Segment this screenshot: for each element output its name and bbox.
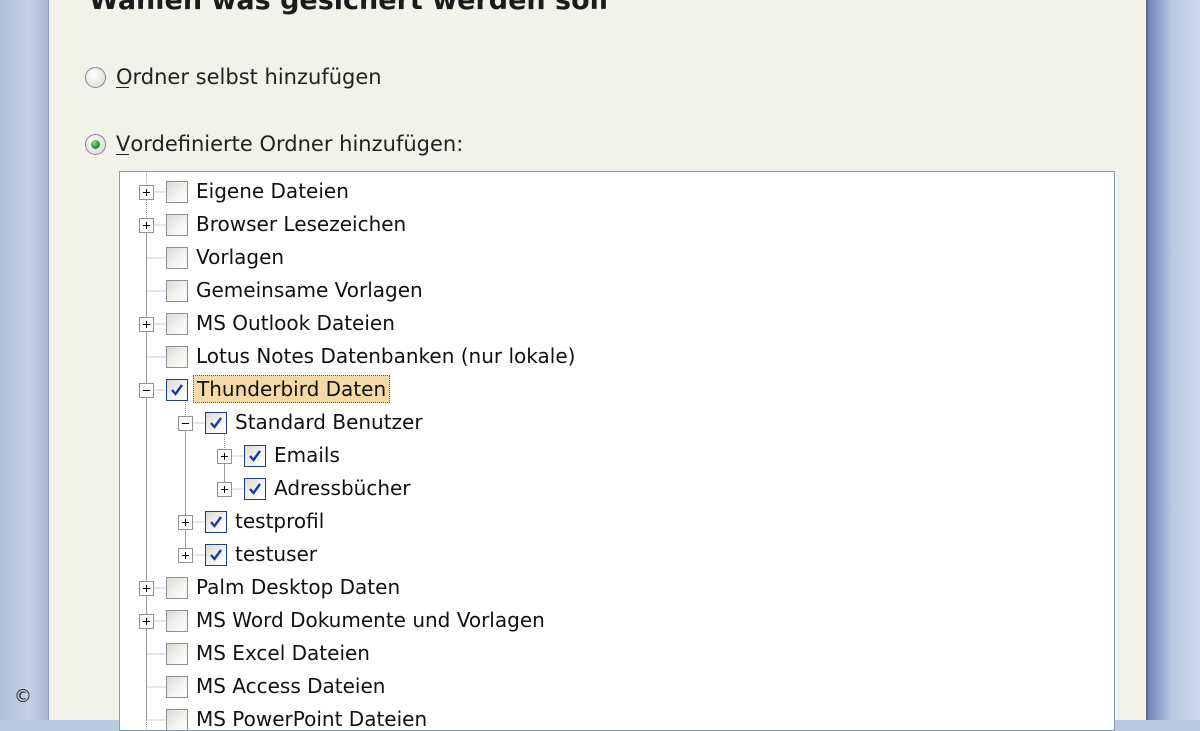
checkmark-icon [249, 482, 261, 495]
checkmark-icon [249, 449, 261, 462]
plus-box-icon[interactable] [139, 613, 154, 629]
tree-item-checkbox[interactable] [166, 576, 188, 599]
accelerator-key: V [116, 132, 131, 156]
tree-item-label[interactable]: Palm Desktop Daten [193, 573, 403, 601]
backup-selection-dialog: Wählen was gesichert werden soll Ordner … [48, 0, 1148, 731]
tree-item-label[interactable]: MS Access Dateien [193, 672, 388, 700]
label-text: rdner selbst hinzufügen [132, 65, 382, 89]
tree-item-label[interactable]: Adressbücher [271, 474, 414, 502]
radio-predefined-folder[interactable]: Vordefinierte Ordner hinzufügen: [85, 130, 463, 158]
tree-item-checkbox[interactable] [166, 279, 188, 302]
plus-box-icon[interactable] [139, 580, 154, 596]
tree-item-label[interactable]: Lotus Notes Datenbanken (nur lokale) [193, 342, 578, 370]
tree-item-checkbox[interactable] [166, 246, 188, 269]
tree-item-label[interactable]: testprofil [232, 507, 327, 535]
tree-item-checkbox[interactable] [166, 180, 188, 203]
tree-item-checkbox[interactable] [166, 675, 188, 698]
tree-item-label[interactable]: Gemeinsame Vorlagen [193, 276, 426, 304]
tree-item-checkbox[interactable] [166, 378, 188, 401]
tree-item-checkbox[interactable] [244, 477, 266, 500]
tree-item-checkbox[interactable] [205, 411, 227, 434]
tree-item-label[interactable]: Vorlagen [193, 243, 287, 271]
tree-item-checkbox[interactable] [166, 345, 188, 368]
minus-box-icon[interactable] [178, 415, 193, 431]
checkmark-icon [210, 515, 222, 528]
tree-item-label[interactable]: Emails [271, 441, 343, 469]
tree-item-checkbox[interactable] [166, 609, 188, 632]
tree-item-label[interactable]: Browser Lesezeichen [193, 210, 409, 238]
tree-item-label[interactable]: MS Word Dokumente und Vorlagen [193, 606, 548, 634]
checkmark-icon [210, 416, 222, 429]
tree-item-label[interactable]: testuser [232, 540, 320, 568]
plus-box-icon[interactable] [217, 481, 232, 497]
tree-item-checkbox[interactable] [166, 312, 188, 335]
radio-custom-folder[interactable]: Ordner selbst hinzufügen [85, 63, 382, 91]
plus-box-icon[interactable] [139, 217, 154, 233]
radio-predefined-folder-label: Vordefinierte Ordner hinzufügen: [116, 132, 463, 156]
tree-item-checkbox[interactable] [166, 213, 188, 236]
page-heading: Wählen was gesichert werden soll [89, 0, 609, 16]
checkmark-icon [210, 548, 222, 561]
tree-item-label[interactable]: Eigene Dateien [193, 177, 352, 205]
plus-box-icon[interactable] [139, 184, 154, 200]
tree-item-label[interactable]: MS Outlook Dateien [193, 309, 398, 337]
radio-custom-folder-label: Ordner selbst hinzufügen [116, 65, 382, 89]
tree-item-label[interactable]: Standard Benutzer [232, 408, 426, 436]
radio-button-icon[interactable] [85, 66, 106, 88]
accelerator-key: O [116, 65, 133, 89]
plus-box-icon[interactable] [178, 547, 193, 563]
tree-item-checkbox[interactable] [205, 543, 227, 566]
folder-tree-view[interactable]: Eigene Dateien Browser Lesezeichen Vorlage… [119, 171, 1115, 731]
tree-item-checkbox[interactable] [205, 510, 227, 533]
checkmark-icon [171, 383, 183, 396]
minus-box-icon[interactable] [139, 382, 154, 398]
window-frame-left [0, 0, 48, 720]
tree-item-label[interactable]: MS PowerPoint Dateien [193, 705, 430, 730]
plus-box-icon[interactable] [217, 448, 232, 464]
window-frame-right [1148, 0, 1200, 720]
copyright-icon: © [14, 686, 32, 707]
tree-item-checkbox[interactable] [244, 444, 266, 467]
label-text: ordefinierte Ordner hinzufügen: [130, 132, 464, 156]
tree-item-checkbox[interactable] [166, 642, 188, 665]
radio-button-icon[interactable] [85, 133, 106, 155]
tree-item-label[interactable]: MS Excel Dateien [193, 639, 373, 667]
tree-item-label[interactable]: Thunderbird Daten [193, 375, 391, 403]
plus-box-icon[interactable] [139, 316, 154, 332]
plus-box-icon[interactable] [178, 514, 193, 530]
